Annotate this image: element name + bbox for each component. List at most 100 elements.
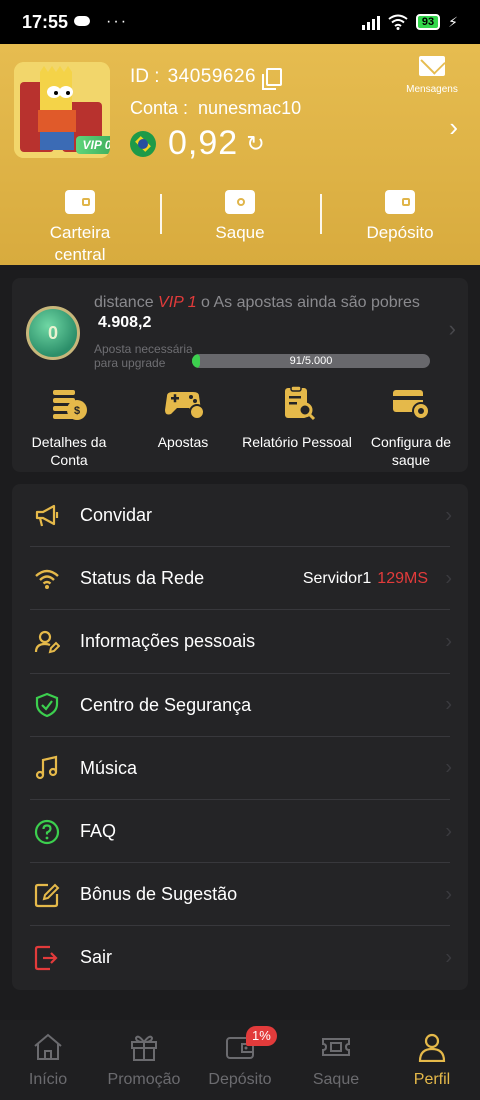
withdraw-label: Saque bbox=[215, 223, 265, 242]
nav-promotion-label: Promoção bbox=[107, 1071, 181, 1088]
gift-icon bbox=[131, 1035, 157, 1061]
deposit-bonus-badge: 1% bbox=[246, 1026, 277, 1046]
music-icon bbox=[35, 755, 58, 780]
profile-icon bbox=[418, 1033, 446, 1063]
messages-label: Mensagens bbox=[406, 84, 458, 95]
menu-item-suggestion-bonus[interactable]: Bônus de Sugestão › bbox=[12, 863, 468, 927]
chevron-right-icon: › bbox=[445, 504, 452, 527]
nav-home[interactable]: Início bbox=[0, 1020, 96, 1100]
nav-withdraw-label: Saque bbox=[312, 1071, 360, 1088]
wallet-actions: Carteira central Saque Depósito bbox=[0, 184, 480, 264]
wifi-status-icon bbox=[388, 14, 408, 30]
signal-icon bbox=[361, 14, 380, 30]
cloud-icon bbox=[74, 16, 91, 26]
distance-suffix: o As apostas ainda são pobres bbox=[201, 294, 420, 311]
chevron-right-icon: › bbox=[445, 630, 452, 653]
envelope-icon bbox=[419, 56, 445, 76]
server-name: Servidor1 bbox=[302, 569, 372, 587]
messages-button[interactable]: Mensagens bbox=[402, 56, 462, 95]
next-vip-level: VIP 1 bbox=[158, 294, 197, 311]
menu-label-network-status: Status da Rede bbox=[80, 568, 205, 589]
report-icon bbox=[285, 385, 316, 421]
menu-item-faq[interactable]: FAQ › bbox=[12, 800, 468, 864]
status-bar: 17:55 ··· 93 ⚡ bbox=[0, 0, 480, 44]
chevron-right-icon: › bbox=[445, 693, 452, 716]
logout-icon bbox=[34, 945, 58, 971]
vip-medal-icon: 0 bbox=[26, 306, 80, 360]
edit-icon bbox=[34, 883, 60, 907]
megaphone-icon bbox=[35, 504, 59, 526]
personal-report-label: Relatório Pessoal bbox=[242, 434, 352, 450]
menu-item-network-status[interactable]: Status da Rede Servidor1 129MS › bbox=[12, 547, 468, 611]
menu-label-suggestion-bonus: Bônus de Sugestão bbox=[80, 884, 238, 905]
ticket-icon bbox=[225, 190, 255, 214]
chevron-right-icon: › bbox=[445, 946, 452, 969]
avatar[interactable]: VIP 0 bbox=[14, 62, 110, 158]
menu-item-invite[interactable]: Convidar › bbox=[12, 484, 468, 548]
menu-label-faq: FAQ bbox=[80, 821, 117, 842]
menu-label-logout: Sair bbox=[80, 947, 113, 968]
central-wallet-label: Carteira central bbox=[49, 223, 111, 264]
server-ping: 129MS bbox=[377, 569, 428, 587]
bets-button[interactable]: Apostas bbox=[126, 386, 240, 469]
id-value: 34059626 bbox=[167, 66, 257, 87]
menu-item-music[interactable]: Música › bbox=[12, 737, 468, 801]
charging-icon: ⚡ bbox=[448, 13, 458, 30]
nav-home-label: Início bbox=[28, 1071, 68, 1088]
account-value: nunesmac10 bbox=[198, 98, 302, 118]
shield-icon bbox=[35, 692, 59, 718]
ticket-icon bbox=[322, 1038, 350, 1056]
chevron-right-icon[interactable]: › bbox=[449, 112, 458, 143]
more-notifications-icon: ··· bbox=[106, 13, 129, 30]
menu-item-security-center[interactable]: Centro de Segurança › bbox=[12, 674, 468, 737]
withdraw-settings-icon bbox=[393, 390, 430, 420]
menu-item-logout[interactable]: Sair › bbox=[12, 926, 468, 989]
vip-distance-text: distance VIP 1 o As apostas ainda são po… bbox=[94, 294, 420, 312]
bets-label: Apostas bbox=[157, 434, 209, 450]
quick-actions: $ Detalhes da Conta Apostas Relatório Pe… bbox=[12, 385, 468, 469]
server-status: Servidor1 129MS bbox=[303, 570, 428, 588]
menu-item-personal-info[interactable]: Informações pessoais › bbox=[12, 610, 468, 674]
distance-prefix: distance bbox=[94, 294, 154, 311]
personal-report-button[interactable]: Relatório Pessoal bbox=[240, 385, 354, 469]
question-icon bbox=[34, 819, 60, 844]
wifi-icon bbox=[35, 569, 59, 589]
aposta-required-label: Aposta necessária para upgrade bbox=[94, 342, 193, 370]
vip-card[interactable]: 0 distance VIP 1 o As apostas ainda são … bbox=[12, 278, 468, 472]
central-wallet-button[interactable]: Carteira central bbox=[0, 184, 160, 264]
chevron-right-icon[interactable]: › bbox=[449, 316, 456, 342]
chevron-right-icon: › bbox=[445, 820, 452, 843]
balance-row: 0,92 ↻ bbox=[130, 124, 265, 163]
gamepad-icon bbox=[165, 392, 205, 420]
nav-withdraw[interactable]: Saque bbox=[288, 1020, 384, 1100]
nav-profile-label: Perfil bbox=[413, 1071, 451, 1088]
nav-profile[interactable]: Perfil bbox=[384, 1020, 480, 1100]
vip-progress-text: 91/5.000 bbox=[289, 355, 333, 367]
account-details-button[interactable]: $ Detalhes da Conta bbox=[12, 386, 126, 469]
profile-header: VIP 0 ID : 34059626 Conta : nunesmac10 0,… bbox=[0, 44, 480, 265]
balance-value: 0,92 bbox=[168, 124, 239, 162]
vip-badge: VIP 0 bbox=[76, 136, 110, 154]
nav-deposit-label: Depósito bbox=[208, 1071, 272, 1088]
deposit-label: Depósito bbox=[366, 223, 434, 242]
copy-icon[interactable] bbox=[262, 68, 283, 90]
bottom-navigation: Início Promoção Depósito 1% Saque Perfil bbox=[0, 1020, 480, 1100]
settings-menu: Convidar › Status da Rede Servidor1 129MS… bbox=[12, 484, 468, 990]
account-details-icon: $ bbox=[53, 390, 87, 420]
status-time: 17:55 bbox=[22, 11, 69, 32]
nav-deposit[interactable]: Depósito 1% bbox=[192, 1020, 288, 1100]
home-icon bbox=[34, 1033, 62, 1060]
deposit-button[interactable]: Depósito bbox=[320, 184, 480, 264]
withdraw-settings-label: Configura de saque bbox=[370, 434, 452, 468]
nav-promotion[interactable]: Promoção bbox=[96, 1020, 192, 1100]
menu-label-invite: Convidar bbox=[80, 505, 153, 526]
user-edit-icon bbox=[34, 630, 60, 654]
chevron-right-icon: › bbox=[445, 883, 452, 906]
user-id-row: ID : 34059626 bbox=[130, 66, 283, 90]
svg-text:$: $ bbox=[74, 405, 80, 417]
withdraw-button[interactable]: Saque bbox=[160, 184, 320, 264]
vip-required-amount: 4.908,2 bbox=[98, 314, 152, 331]
menu-label-security-center: Centro de Segurança bbox=[80, 694, 252, 715]
refresh-icon[interactable]: ↻ bbox=[246, 131, 264, 157]
withdraw-settings-button[interactable]: Configura de saque bbox=[354, 386, 468, 469]
